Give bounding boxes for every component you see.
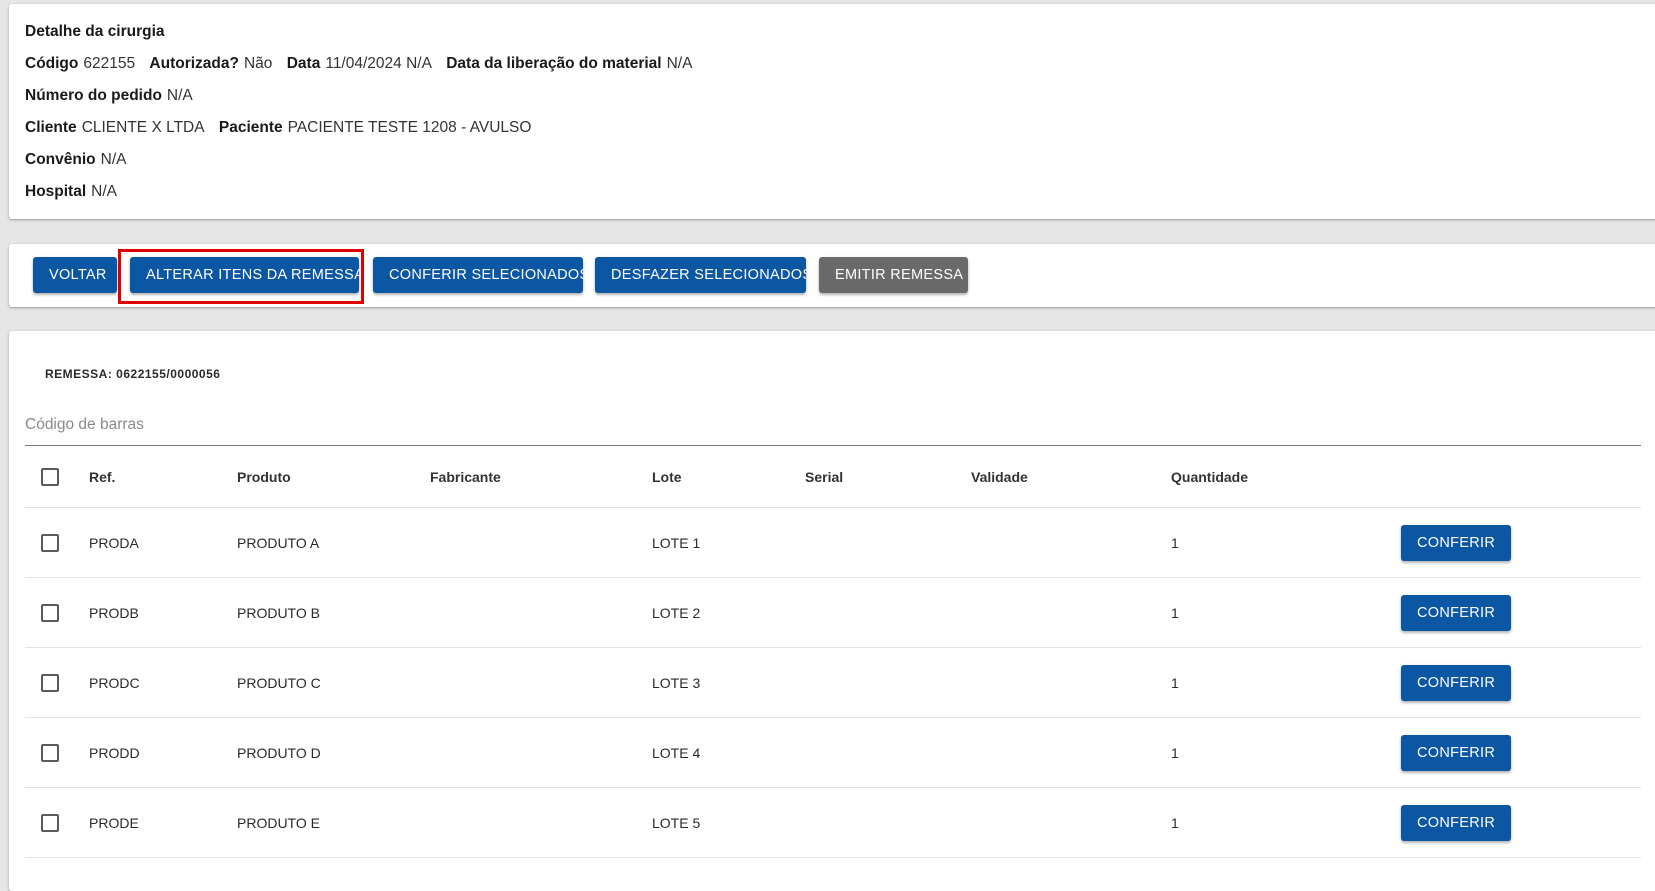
remessa-card: REMESSA: 0622155/0000056 Ref. Produto Fa… — [9, 331, 1655, 891]
detail-line-cliente: Cliente CLIENTE X LTDA Paciente PACIENTE T… — [25, 118, 531, 138]
barcode-field — [25, 409, 1641, 446]
header-ref: Ref. — [89, 468, 116, 485]
cell-produto: PRODUTO D — [237, 744, 321, 761]
remessa-label: REMESSA: 0622155/0000056 — [45, 367, 221, 381]
cell-produto: PRODUTO A — [237, 534, 320, 551]
cell-lote: LOTE 2 — [652, 604, 701, 621]
alterar-itens-button[interactable]: ALTERAR ITENS DA REMESSA — [130, 257, 364, 293]
cell-ref: PRODE — [89, 814, 139, 831]
cell-produto: PRODUTO B — [237, 604, 320, 621]
table-row: PRODA PRODUTO A LOTE 1 1 CONFERIR — [25, 508, 1641, 578]
cell-produto: PRODUTO C — [237, 674, 321, 691]
cell-ref: PRODC — [89, 674, 140, 691]
cell-quantidade: 1 — [1171, 744, 1179, 761]
cell-ref: PRODD — [89, 744, 140, 761]
actions-toolbar: VOLTAR ALTERAR ITENS DA REMESSA CONFERIR… — [9, 244, 1655, 307]
header-produto: Produto — [237, 468, 291, 485]
table-row: PRODB PRODUTO B LOTE 2 1 CONFERIR — [25, 578, 1641, 648]
autorizada-label: Autorizada? — [149, 55, 239, 72]
row-checkbox[interactable] — [41, 603, 59, 622]
row-checkbox[interactable] — [41, 533, 59, 552]
select-all-checkbox[interactable] — [41, 467, 59, 486]
pedido-label: Número do pedido — [25, 87, 162, 104]
conferir-button[interactable]: CONFERIR — [1401, 594, 1512, 631]
voltar-button[interactable]: VOLTAR — [33, 257, 117, 293]
conferir-button[interactable]: CONFERIR — [1401, 524, 1512, 561]
liberacao-label: Data da liberação do material — [446, 55, 662, 72]
barcode-input[interactable] — [25, 409, 1641, 441]
row-checkbox[interactable] — [41, 743, 59, 762]
data-value: 11/04/2024 N/A — [325, 55, 432, 72]
cell-lote: LOTE 3 — [652, 674, 701, 691]
codigo-value: 622155 — [83, 55, 136, 72]
conferir-button[interactable]: CONFERIR — [1401, 734, 1512, 771]
cell-lote: LOTE 4 — [652, 744, 701, 761]
cell-ref: PRODA — [89, 534, 139, 551]
paciente-label: Paciente — [218, 119, 283, 136]
paciente-value: PACIENTE TESTE 1208 - AVULSO — [287, 119, 532, 136]
header-validade: Validade — [971, 468, 1028, 485]
surgery-detail-card: Detalhe da cirurgia Código 622155 Autoriz… — [9, 4, 1655, 219]
cliente-value: CLIENTE X LTDA — [81, 119, 205, 136]
cliente-label: Cliente — [25, 119, 77, 136]
table-header: Ref. Produto Fabricante Lote Serial Vali… — [25, 446, 1641, 508]
row-checkbox[interactable] — [41, 813, 59, 832]
pedido-value: N/A — [166, 87, 193, 104]
data-label: Data — [286, 55, 321, 72]
detail-title-line: Detalhe da cirurgia — [25, 22, 165, 42]
cell-lote: LOTE 5 — [652, 814, 701, 831]
cell-ref: PRODB — [89, 604, 139, 621]
cell-quantidade: 1 — [1171, 534, 1179, 551]
cell-lote: LOTE 1 — [652, 534, 701, 551]
header-serial: Serial — [805, 468, 844, 485]
cell-quantidade: 1 — [1171, 674, 1179, 691]
table-row: PRODC PRODUTO C LOTE 3 1 CONFERIR — [25, 648, 1641, 718]
hospital-value: N/A — [91, 183, 117, 200]
autorizada-value: Não — [243, 55, 273, 72]
header-quantidade: Quantidade — [1171, 468, 1249, 485]
hospital-label: Hospital — [25, 183, 87, 200]
cell-produto: PRODUTO E — [237, 814, 320, 831]
row-checkbox[interactable] — [41, 673, 59, 692]
items-table: Ref. Produto Fabricante Lote Serial Vali… — [25, 446, 1641, 858]
header-lote: Lote — [652, 468, 682, 485]
table-row: PRODE PRODUTO E LOTE 5 1 CONFERIR — [25, 788, 1641, 858]
liberacao-value: N/A — [666, 55, 693, 72]
detail-line-hospital: Hospital N/A — [25, 182, 117, 202]
detail-line-codigo: Código 622155 Autorizada? Não Data 11/04/20… — [25, 54, 692, 74]
table-row: PRODD PRODUTO D LOTE 4 1 CONFERIR — [25, 718, 1641, 788]
cell-quantidade: 1 — [1171, 604, 1179, 621]
detail-line-convenio: Convênio N/A — [25, 150, 126, 170]
convenio-value: N/A — [100, 151, 127, 168]
emitir-remessa-button[interactable]: EMITIR REMESSA — [819, 257, 968, 293]
header-fabricante: Fabricante — [430, 468, 501, 485]
conferir-button[interactable]: CONFERIR — [1401, 804, 1512, 841]
cell-quantidade: 1 — [1171, 814, 1179, 831]
conferir-selecionados-button[interactable]: CONFERIR SELECIONADOS — [373, 257, 589, 293]
detail-line-pedido: Número do pedido N/A — [25, 86, 193, 106]
desfazer-selecionados-button[interactable]: DESFAZER SELECIONADOS — [595, 257, 812, 293]
codigo-label: Código — [25, 55, 79, 72]
detail-title: Detalhe da cirurgia — [25, 23, 165, 40]
conferir-button[interactable]: CONFERIR — [1401, 664, 1512, 701]
convenio-label: Convênio — [25, 151, 96, 168]
